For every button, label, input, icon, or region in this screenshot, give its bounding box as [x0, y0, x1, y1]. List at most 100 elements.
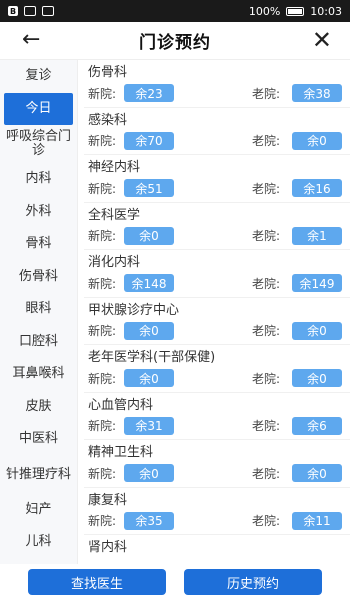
old-campus-slots-button[interactable]: 余38: [292, 84, 342, 102]
sidebar-item-acupuncture[interactable]: 针推理疗科: [0, 456, 77, 494]
old-campus-label: 老院:: [252, 324, 281, 338]
new-campus-slots-button[interactable]: 余23: [124, 84, 174, 102]
availability-row: 新院: 余148 老院: 余149: [84, 272, 350, 294]
old-campus-label: 老院:: [252, 419, 281, 433]
new-campus-slots-button[interactable]: 余35: [124, 511, 174, 530]
list-item: 伤骨科 新院: 余23 老院: 余38: [84, 60, 350, 108]
list-item: 全科医学 新院: 余0 老院: 余1: [84, 203, 350, 250]
list-item: 消化内科 新院: 余148 老院: 余149: [84, 250, 350, 298]
new-campus-label: 新院:: [88, 229, 117, 243]
new-campus-label: 新院:: [88, 466, 117, 481]
sidebar-item-ophthalmology[interactable]: 眼科: [0, 293, 77, 326]
availability-row: 新院: 余35 老院: 余11: [84, 510, 350, 532]
sidebar-item-followup[interactable]: 复诊: [0, 60, 77, 93]
page-title: 门诊预约: [139, 33, 211, 53]
department-name: 心血管内科: [88, 397, 154, 413]
sidebar-item-obstetrics[interactable]: 妇产: [0, 494, 77, 527]
department-name: 伤骨科: [88, 65, 128, 80]
old-campus-label: 老院:: [252, 514, 281, 528]
old-campus-slots-button[interactable]: 余0: [292, 369, 342, 387]
old-campus-label: 老院:: [252, 371, 281, 386]
new-campus-slots-button[interactable]: 余0: [124, 321, 174, 340]
new-campus-slots-button[interactable]: 余0: [124, 226, 174, 245]
list-item: 精神卫生科 新院: 余0 老院: 余0: [84, 440, 350, 488]
clock: 10:03: [310, 4, 342, 18]
availability-row: 新院: 余0 老院: 余1: [84, 225, 350, 247]
status-left: B: [8, 6, 54, 16]
old-campus-label: 老院:: [252, 134, 281, 148]
battery-percent: 100%: [248, 4, 281, 18]
old-campus-label: 老院:: [252, 276, 281, 291]
old-campus-slots-button[interactable]: 余0: [292, 464, 342, 482]
old-campus-slots-button[interactable]: 余6: [292, 416, 342, 435]
status-right: 100% 10:03: [249, 5, 342, 18]
list-item: 肾内科: [84, 535, 350, 564]
new-campus-slots-button[interactable]: 余148: [124, 274, 174, 292]
sidebar-item-today[interactable]: 今日: [4, 92, 73, 125]
new-campus-label: 新院:: [88, 514, 117, 528]
department-list: 伤骨科 新院: 余23 老院: 余38 感染科 新院: 余70 老院: 余0 神…: [84, 60, 350, 564]
old-campus-slots-button[interactable]: 余149: [292, 274, 342, 292]
sidebar-item-respiratory[interactable]: 呼吸综合门诊: [0, 125, 77, 163]
availability-row: 新院: 余0 老院: 余0: [84, 320, 350, 342]
list-item: 老年医学科(干部保健) 新院: 余0 老院: 余0: [84, 345, 350, 393]
new-campus-slots-button[interactable]: 余51: [124, 179, 174, 197]
old-campus-label: 老院:: [252, 466, 281, 481]
availability-row: 新院: 余23 老院: 余38: [84, 82, 350, 104]
battery-icon: [286, 6, 305, 16]
list-item: 心血管内科 新院: 余31 老院: 余6: [84, 393, 350, 440]
department-name: 精神卫生科: [88, 445, 154, 460]
sidebar-item-dental[interactable]: 口腔科: [0, 326, 77, 359]
department-name: 甲状腺诊疗中心: [88, 302, 180, 318]
sidebar-item-internal-medicine[interactable]: 内科: [0, 163, 77, 196]
new-campus-label: 新院:: [88, 86, 117, 101]
new-campus-label: 新院:: [88, 276, 117, 291]
department-sidebar: 复诊 今日 呼吸综合门诊 内科 外科 骨科 伤骨科 眼科 口腔科 耳鼻喉科 皮肤…: [0, 60, 78, 564]
list-item: 神经内科 新院: 余51 老院: 余16: [84, 155, 350, 203]
close-icon[interactable]: ✕: [312, 25, 332, 55]
department-name: 肾内科: [88, 540, 128, 555]
list-item: 感染科 新院: 余70 老院: 余0: [84, 108, 350, 155]
old-campus-slots-button[interactable]: 余0: [292, 321, 342, 340]
notification-badge-icon: B: [8, 6, 18, 16]
sidebar-item-surgery[interactable]: 外科: [0, 196, 77, 229]
sidebar-item-dermatology[interactable]: 皮肤: [0, 391, 77, 424]
availability-row: 新院: 余0 老院: 余0: [84, 367, 350, 389]
old-campus-slots-button[interactable]: 余11: [292, 511, 342, 530]
department-name: 消化内科: [88, 255, 141, 270]
new-campus-label: 新院:: [88, 419, 117, 433]
back-arrow-icon[interactable]: ←: [22, 26, 40, 54]
old-campus-slots-button[interactable]: 余16: [292, 179, 342, 197]
new-campus-slots-button[interactable]: 余70: [124, 131, 174, 150]
sidebar-item-pediatrics[interactable]: 儿科: [0, 526, 77, 559]
sidebar-item-orthopedics[interactable]: 骨科: [0, 228, 77, 261]
list-item: 甲状腺诊疗中心 新院: 余0 老院: 余0: [84, 298, 350, 345]
new-campus-slots-button[interactable]: 余31: [124, 416, 174, 435]
old-campus-label: 老院:: [252, 86, 281, 101]
app-header: ← 门诊预约 ✕: [0, 22, 350, 60]
department-name: 老年医学科(干部保健): [88, 350, 216, 365]
department-name: 康复科: [88, 492, 128, 508]
department-name: 感染科: [88, 112, 128, 128]
new-campus-label: 新院:: [88, 181, 117, 196]
old-campus-slots-button[interactable]: 余0: [292, 131, 342, 150]
sidebar-item-ent[interactable]: 耳鼻喉科: [0, 358, 77, 391]
signal-icon: [42, 6, 54, 16]
availability-row: 新院: 余51 老院: 余16: [84, 177, 350, 199]
list-item: 康复科 新院: 余35 老院: 余11: [84, 488, 350, 535]
find-doctor-button[interactable]: 查找医生: [28, 569, 166, 595]
new-campus-label: 新院:: [88, 324, 117, 338]
department-name: 全科医学: [88, 207, 141, 223]
old-campus-label: 老院:: [252, 181, 281, 196]
new-campus-slots-button[interactable]: 余0: [124, 464, 174, 482]
sidebar-item-tcm[interactable]: 中医科: [0, 423, 77, 456]
sidebar-item-trauma-orthopedics[interactable]: 伤骨科: [0, 261, 77, 294]
availability-row: 新院: 余31 老院: 余6: [84, 415, 350, 437]
old-campus-slots-button[interactable]: 余1: [292, 226, 342, 245]
new-campus-slots-button[interactable]: 余0: [124, 369, 174, 387]
new-campus-label: 新院:: [88, 371, 117, 386]
status-bar: B 100% 10:03: [0, 0, 350, 22]
old-campus-label: 老院:: [252, 229, 281, 243]
history-appointments-button[interactable]: 历史预约: [184, 569, 322, 595]
new-campus-label: 新院:: [88, 134, 117, 148]
